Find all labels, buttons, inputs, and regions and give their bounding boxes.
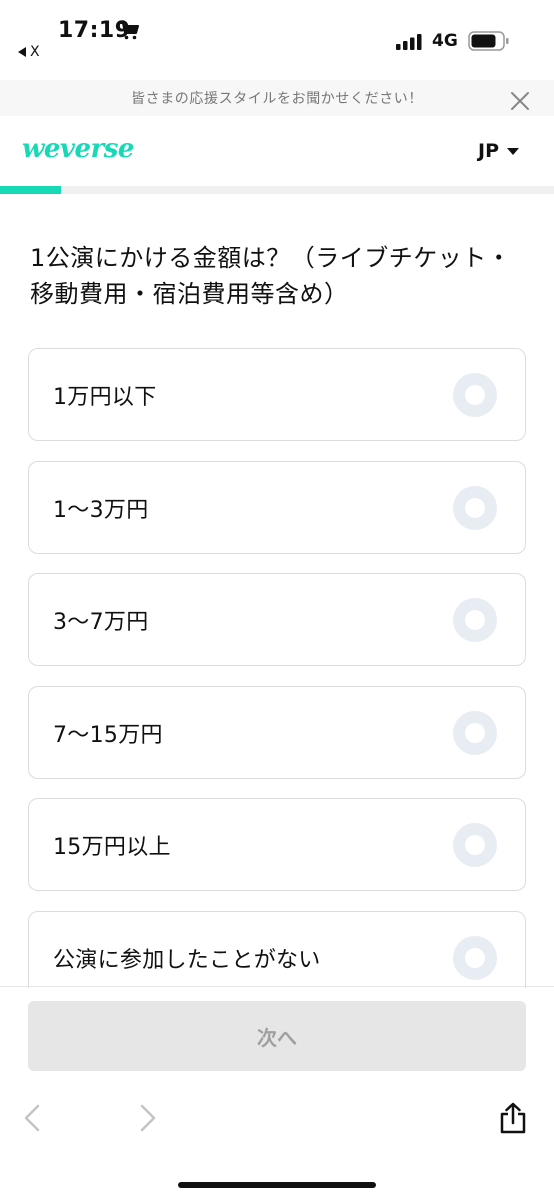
radio-icon[interactable]	[453, 598, 497, 642]
cellular-signal-icon	[396, 34, 422, 50]
back-app-label: X	[30, 44, 40, 60]
browser-toolbar	[0, 1080, 554, 1200]
answer-options: 1万円以下 1〜3万円 3〜7万円 7〜15万円 15万円以上 公演に参加したこ…	[28, 348, 526, 988]
status-bar: 17:19 X 4G	[0, 0, 554, 72]
site-header: weverse JP	[0, 116, 554, 186]
option-item[interactable]: 7〜15万円	[28, 685, 526, 779]
close-icon[interactable]	[510, 91, 530, 111]
chevron-left-icon[interactable]	[22, 1104, 42, 1132]
option-item[interactable]: 1〜3万円	[28, 460, 526, 554]
progress-fill	[0, 186, 61, 194]
next-button[interactable]: 次へ	[28, 1001, 526, 1071]
option-item[interactable]: 3〜7万円	[28, 573, 526, 666]
progress-bar	[0, 186, 554, 194]
option-item[interactable]: 1万円以下	[28, 348, 526, 441]
shopping-cart-icon	[120, 22, 139, 40]
option-label: 7〜15万円	[53, 722, 163, 748]
option-label: 公演に参加したことがない	[53, 947, 321, 973]
option-item[interactable]: 15万円以上	[28, 798, 526, 891]
radio-icon[interactable]	[453, 710, 497, 755]
battery-icon	[468, 31, 509, 51]
language-label: JP	[478, 140, 499, 162]
radio-icon[interactable]	[453, 935, 497, 980]
option-item[interactable]: 公演に参加したことがない	[28, 910, 526, 988]
share-icon[interactable]	[498, 1102, 528, 1134]
network-type: 4G	[432, 31, 458, 51]
question-text: 1公演にかける金額は？（ライブチケット・移動費用・宿泊費用等含め）	[30, 244, 512, 308]
weverse-logo[interactable]: weverse	[22, 134, 134, 164]
radio-icon[interactable]	[453, 485, 497, 530]
back-to-app-link[interactable]: X	[18, 44, 40, 60]
radio-icon[interactable]	[453, 823, 497, 867]
radio-icon[interactable]	[453, 373, 497, 417]
home-indicator	[178, 1182, 376, 1188]
banner-text: 皆さまの応援スタイルをお聞かせください！	[131, 91, 423, 107]
language-selector[interactable]: JP	[478, 140, 519, 162]
chevron-right-icon[interactable]	[138, 1104, 158, 1132]
option-label: 3〜7万円	[53, 610, 149, 635]
survey-banner[interactable]: 皆さまの応援スタイルをお聞かせください！	[0, 80, 554, 116]
back-triangle-icon	[18, 47, 26, 57]
option-label: 1〜3万円	[53, 497, 149, 523]
caret-down-icon	[507, 147, 519, 155]
footer-divider	[0, 986, 554, 987]
option-label: 15万円以上	[53, 835, 171, 860]
option-label: 1万円以下	[53, 385, 157, 410]
